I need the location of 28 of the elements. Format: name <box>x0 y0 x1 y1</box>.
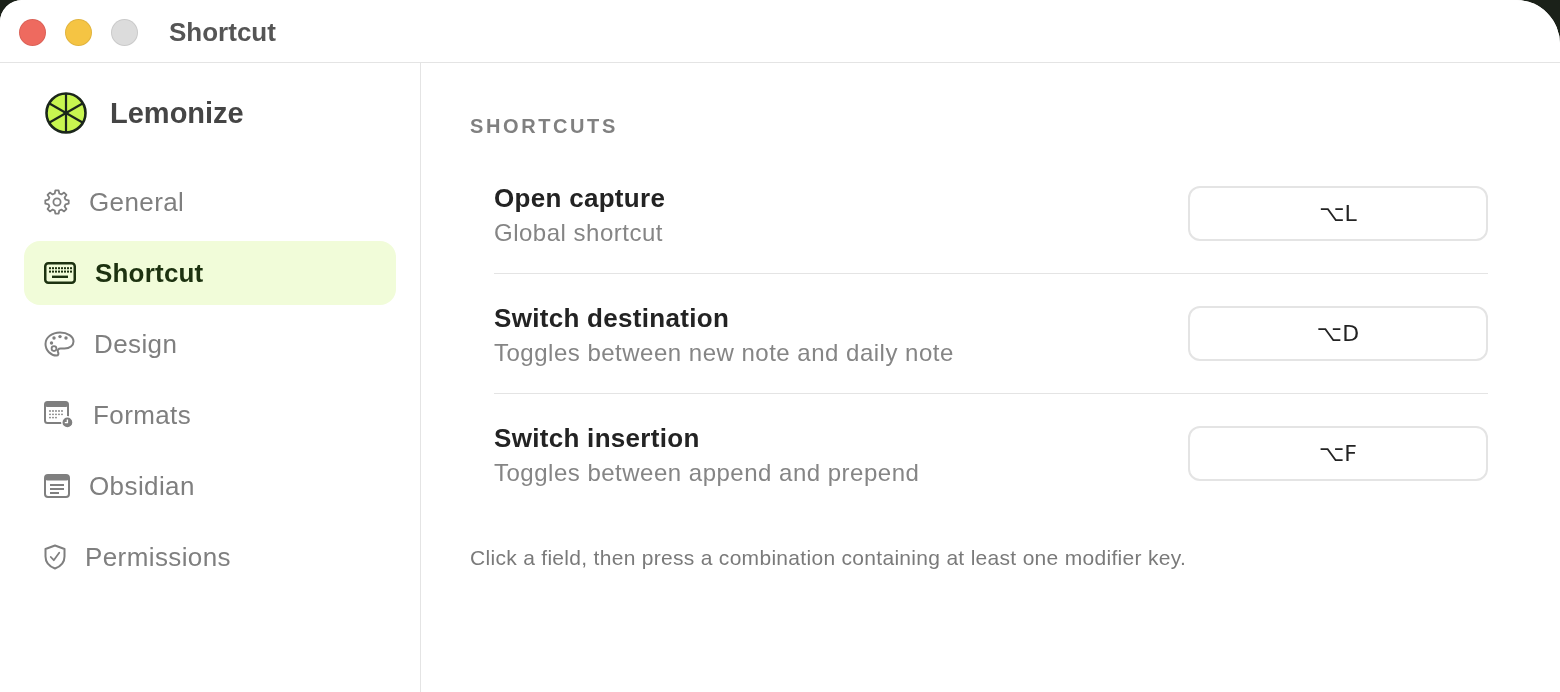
window-title: Shortcut <box>169 16 276 48</box>
setting-description: Toggles between new note and daily note <box>494 338 954 368</box>
app-name: Lemonize <box>110 96 244 130</box>
document-icon <box>44 474 70 498</box>
shield-check-icon <box>44 544 66 570</box>
keyboard-icon <box>44 262 76 284</box>
setting-title: Switch destination <box>494 302 731 334</box>
sidebar-item[interactable]: Shortcut <box>24 241 396 305</box>
shortcut-field[interactable]: ⌥L <box>1188 186 1488 241</box>
setting-description: Global shortcut <box>494 218 664 248</box>
hint-text: Click a field, then press a combination containing at least one modifier key. <box>470 546 1187 570</box>
sidebar-item[interactable]: General <box>24 170 396 234</box>
sidebar-item[interactable]: Design <box>24 312 396 376</box>
section-heading: SHORTCUTS <box>470 114 618 138</box>
sidebar-item[interactable]: Obsidian <box>24 454 396 518</box>
setting-title: Open capture <box>494 182 666 214</box>
calendar-clock-icon <box>44 401 74 429</box>
sidebar-item[interactable]: Formats <box>24 383 396 447</box>
sidebar-item[interactable]: Permissions <box>24 525 396 589</box>
setting-title: Switch insertion <box>494 422 701 454</box>
minimize-button[interactable] <box>65 18 92 46</box>
palette-icon <box>44 331 75 357</box>
gear-icon <box>44 189 70 215</box>
close-button[interactable] <box>19 18 46 46</box>
shortcut-field[interactable]: ⌥D <box>1188 306 1488 361</box>
setting-description: Toggles between append and prepend <box>494 458 920 488</box>
shortcut-field[interactable]: ⌥F <box>1188 426 1488 481</box>
lime-icon <box>45 92 87 134</box>
